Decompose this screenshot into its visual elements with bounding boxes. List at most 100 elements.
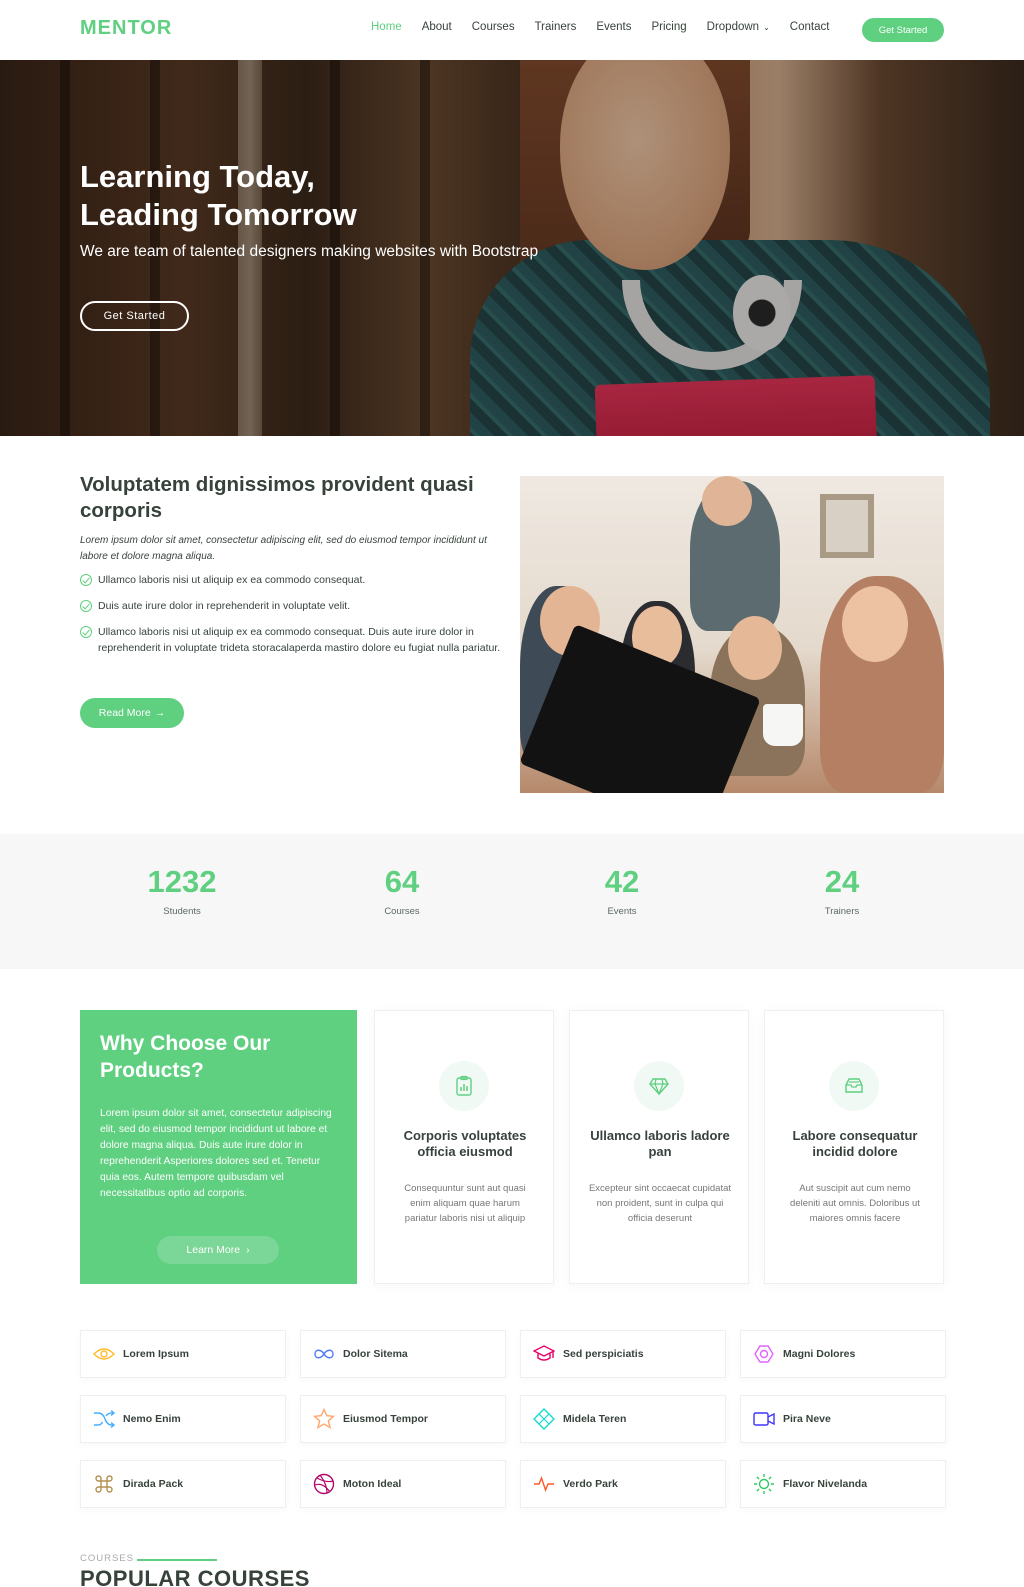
why-card-text: Aut suscipit aut cum nemo deleniti aut o…	[790, 1183, 920, 1224]
nav-home[interactable]: Home	[371, 21, 402, 33]
list-item: Duis aute irure dolor in reprehenderit i…	[80, 598, 510, 614]
nav-courses[interactable]: Courses	[472, 21, 515, 33]
brightness-icon	[753, 1473, 775, 1495]
why-card: Labore consequatur incidid dolore Aut su…	[764, 1010, 944, 1284]
count-value: 42	[604, 864, 640, 899]
feature-label: Dolor Sitema	[343, 1348, 408, 1360]
hero-title-line2: Leading Tomorrow	[80, 197, 357, 232]
read-more-button[interactable]: Read More →	[80, 698, 184, 728]
feature-item[interactable]: Flavor Nivelanda	[740, 1460, 946, 1508]
chevron-right-icon: ›	[246, 1244, 250, 1256]
clipboard-chart-icon	[439, 1061, 489, 1111]
shuffle-icon	[93, 1408, 115, 1430]
feature-item[interactable]: Eiusmod Tempor	[300, 1395, 506, 1443]
section-title: POPULAR COURSES	[80, 1566, 310, 1587]
read-more-label: Read More	[98, 707, 151, 719]
about-checklist: Ullamco laboris nisi ut aliquip ex ea co…	[80, 572, 510, 666]
photo-person	[702, 476, 752, 526]
why-card-text: Consequuntur sunt aut quasi enim aliquam…	[404, 1183, 526, 1224]
feature-label: Dirada Pack	[123, 1478, 184, 1490]
feature-item[interactable]: Dirada Pack	[80, 1460, 286, 1508]
feature-item[interactable]: Dolor Sitema	[300, 1330, 506, 1378]
why-card-title: Labore consequatur incidid dolore	[792, 1128, 918, 1159]
count-value: 1232	[147, 864, 217, 899]
activity-icon	[533, 1473, 555, 1495]
count-trainers: 24 Trainers	[742, 864, 942, 917]
section-divider	[137, 1559, 217, 1561]
photo-mug	[763, 704, 803, 746]
hero-title: Learning Today, Leading Tomorrow	[80, 158, 357, 234]
feature-item[interactable]: Moton Ideal	[300, 1460, 506, 1508]
nav-contact[interactable]: Contact	[790, 21, 830, 33]
photo-person	[842, 586, 908, 662]
chevron-down-icon: ⌄	[763, 22, 770, 32]
feature-item[interactable]: Sed perspiciatis	[520, 1330, 726, 1378]
feature-label: Sed perspiciatis	[563, 1348, 644, 1360]
nav-pricing[interactable]: Pricing	[652, 21, 687, 33]
feature-label: Nemo Enim	[123, 1413, 181, 1425]
why-card-text: Excepteur sint occaecat cupidatat non pr…	[588, 1183, 732, 1224]
feature-item[interactable]: Magni Dolores	[740, 1330, 946, 1378]
feature-label: Pira Neve	[783, 1413, 831, 1425]
infinity-icon	[313, 1343, 335, 1365]
photo-frame	[820, 494, 874, 558]
feature-label: Magni Dolores	[783, 1348, 856, 1360]
list-item: Ullamco laboris nisi ut aliquip ex ea co…	[80, 624, 510, 656]
check-circle-icon	[80, 626, 92, 638]
feature-label: Eiusmod Tempor	[343, 1413, 428, 1425]
camera-video-icon	[753, 1408, 775, 1430]
about-intro: Lorem ipsum dolor sit amet, consectetur …	[80, 535, 487, 562]
dribbble-icon	[313, 1473, 335, 1495]
why-card-title: Corporis voluptates officia eiusmod	[403, 1128, 527, 1159]
mortarboard-icon	[533, 1343, 555, 1365]
hero-section: Learning Today, Leading Tomorrow We are t…	[0, 60, 1024, 436]
photo-person	[728, 616, 782, 680]
main-nav: Home About Courses Trainers Events Prici…	[371, 21, 849, 33]
count-label: Courses	[384, 906, 420, 917]
feature-item[interactable]: Nemo Enim	[80, 1395, 286, 1443]
eye-icon	[93, 1343, 115, 1365]
check-text: Duis aute irure dolor in reprehenderit i…	[98, 600, 351, 612]
hero-title-line1: Learning Today,	[80, 159, 315, 194]
why-us-text: Lorem ipsum dolor sit amet, consectetur …	[100, 1108, 332, 1199]
why-us-box: Why Choose Our Products? Lorem ipsum dol…	[80, 1010, 357, 1284]
count-events: 42 Events	[522, 864, 722, 917]
nav-trainers[interactable]: Trainers	[535, 21, 577, 33]
gem-icon	[634, 1061, 684, 1111]
counts-section: 1232 Students 64 Courses 42 Events 24 Traine…	[0, 834, 1024, 969]
about-photo	[520, 476, 944, 793]
feature-item[interactable]: Lorem Ipsum	[80, 1330, 286, 1378]
feature-label: Flavor Nivelanda	[783, 1478, 868, 1490]
check-circle-icon	[80, 574, 92, 586]
count-label: Events	[607, 906, 637, 917]
learn-more-label: Learn More	[186, 1244, 241, 1256]
feature-label: Lorem Ipsum	[123, 1348, 189, 1360]
list-item: Ullamco laboris nisi ut aliquip ex ea co…	[80, 572, 510, 588]
count-students: 1232 Students	[82, 864, 282, 917]
section-eyebrow: COURSES	[80, 1553, 134, 1564]
nav-events[interactable]: Events	[596, 21, 631, 33]
check-circle-icon	[80, 600, 92, 612]
logo[interactable]: MENTOR	[80, 17, 172, 40]
inbox-icon	[829, 1061, 879, 1111]
nav-dropdown[interactable]: Dropdown ⌄	[707, 21, 770, 33]
why-us-title: Why Choose Our Products?	[100, 1032, 271, 1082]
hero-get-started-button[interactable]: Get Started	[80, 301, 189, 331]
check-text: Ullamco laboris nisi ut aliquip ex ea co…	[98, 574, 366, 586]
feature-item[interactable]: Midela Teren	[520, 1395, 726, 1443]
arrow-right-icon: →	[154, 707, 166, 719]
feature-label: Midela Teren	[563, 1413, 627, 1425]
about-title: Voluptatem dignissimos provident quasi c…	[80, 473, 474, 522]
learn-more-button[interactable]: Learn More ›	[157, 1236, 279, 1264]
count-courses: 64 Courses	[302, 864, 502, 917]
feature-item[interactable]: Pira Neve	[740, 1395, 946, 1443]
diamond-icon	[533, 1408, 555, 1430]
feature-label: Verdo Park	[563, 1478, 618, 1490]
get-started-button[interactable]: Get Started	[862, 18, 944, 42]
why-card-title: Ullamco laboris ladore pan	[590, 1128, 730, 1159]
nav-about[interactable]: About	[422, 21, 452, 33]
feature-item[interactable]: Verdo Park	[520, 1460, 726, 1508]
hero-subtitle: We are team of talented designers making…	[80, 243, 539, 260]
command-icon	[93, 1473, 115, 1495]
feature-label: Moton Ideal	[343, 1478, 402, 1490]
